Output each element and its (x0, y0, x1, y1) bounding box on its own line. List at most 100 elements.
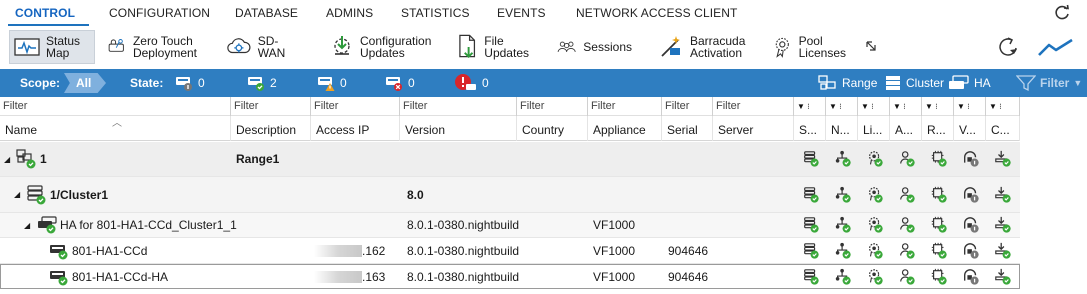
expand-toolbar-icon[interactable] (866, 41, 876, 51)
table-row[interactable]: 801-HA1-CCd-HA .163 8.0.1-0380.nightbuil… (0, 264, 1020, 289)
sessions-button[interactable]: Sessions (552, 30, 636, 64)
vpn-status-icon (964, 151, 979, 167)
activity-graph-icon[interactable] (1037, 38, 1075, 58)
filter-status-v[interactable]: ▼ ⁝ (954, 97, 986, 116)
filter-status-c[interactable]: ▼ ⁝ (986, 97, 1020, 116)
collapse-triangle-icon[interactable]: ◢ (14, 177, 20, 212)
col-status-a[interactable]: A... (890, 116, 922, 141)
file-updates-button[interactable]: File Updates (453, 30, 533, 64)
row-status-icons (794, 177, 1020, 212)
row-name: HA for 801-HA1-CCd_Cluster1_1 (60, 218, 237, 232)
col-name[interactable]: Name ︿ (0, 116, 231, 141)
network-status-icon (835, 150, 851, 167)
barracuda-activation-button[interactable]: Barracuda Activation (654, 30, 750, 64)
row-appliance: VF1000 (593, 243, 636, 258)
filter-toggle-button[interactable]: Filter ▼ (1016, 69, 1082, 97)
row-name: 801-HA1-CCd-HA (72, 269, 169, 284)
col-name-label: Name (5, 123, 38, 137)
range-icon (818, 75, 836, 90)
resources-status-icon (931, 242, 947, 259)
sync-icon[interactable] (997, 35, 1019, 59)
row-status-icons (794, 213, 1020, 237)
ha-label: HA (974, 76, 991, 90)
col-server[interactable]: Server (713, 116, 794, 141)
filter-appliance[interactable]: Filter (588, 97, 662, 116)
status-map-label: Status Map (46, 34, 81, 60)
filter-name[interactable]: Filter (0, 97, 231, 116)
table-row[interactable]: 801-HA1-CCd .162 8.0.1-0380.nightbuild V… (0, 238, 1020, 264)
collapse-triangle-icon[interactable]: ◢ (4, 142, 10, 176)
configuration-updates-button[interactable]: Configuration Updates (326, 30, 436, 64)
filter-status-li[interactable]: ▼ ⁝ (858, 97, 890, 116)
vpn-status-icon (964, 186, 979, 203)
state-warning-icon (318, 77, 335, 91)
table-row[interactable]: ◢ 1/Cluster1 8.0 (0, 177, 1020, 213)
table-row[interactable]: ◢ 1 Range1 (0, 142, 1020, 177)
filter-country[interactable]: Filter (517, 97, 588, 116)
collapse-triangle-icon[interactable]: ◢ (24, 213, 30, 237)
menu-statistics[interactable]: STATISTICS (401, 6, 470, 20)
row-name: 1/Cluster1 (50, 187, 109, 202)
group-by-cluster-button[interactable]: Cluster (884, 69, 944, 97)
sd-wan-button[interactable]: SD-WAN (222, 30, 306, 64)
status-map-grid: Filter Filter Filter Filter Filter Filte… (0, 97, 1020, 294)
ha-node-icon (36, 213, 58, 237)
menu-database[interactable]: DATABASE (235, 6, 298, 20)
group-by-range-button[interactable]: Range (818, 69, 877, 97)
filter-access-ip[interactable]: Filter (311, 97, 400, 116)
menu-admins[interactable]: ADMINS (326, 6, 373, 20)
filter-dropdown-icon: ▼ ⁝ (989, 102, 1002, 111)
col-status-r[interactable]: R... (922, 116, 954, 141)
menu-network-access-client[interactable]: NETWORK ACCESS CLIENT (576, 6, 737, 20)
filter-dropdown-icon: ▼ ⁝ (957, 102, 970, 111)
col-serial[interactable]: Serial (662, 116, 713, 141)
row-version: 8.0.1-0380.nightbuild (407, 243, 520, 258)
col-appliance[interactable]: Appliance (588, 116, 662, 141)
state-filter-ok[interactable]: 2 (246, 69, 277, 97)
server-status-icon (804, 186, 819, 203)
menu-events[interactable]: EVENTS (497, 6, 546, 20)
main-menu-bar: CONTROL CONFIGURATION DATABASE ADMINS ST… (0, 0, 1087, 26)
col-status-s[interactable]: S... (794, 116, 826, 141)
col-access-ip[interactable]: Access IP (311, 116, 400, 141)
status-map-button[interactable]: Status Map (9, 30, 95, 64)
col-version[interactable]: Version (400, 116, 517, 141)
filter-dropdown-icon: ▼ ⁝ (829, 102, 842, 111)
filter-status-r[interactable]: ▼ ⁝ (922, 97, 954, 116)
refresh-icon[interactable] (1053, 4, 1071, 22)
state-filter-error[interactable]: 0 (384, 69, 415, 97)
cluster-icon (886, 76, 900, 90)
table-row[interactable]: ◢ HA for 801-HA1-CCd_Cluster1_1 8.0.1-03… (0, 213, 1020, 238)
state-filter-pending[interactable]: 0 (454, 69, 489, 97)
row-appliance: VF1000 (593, 269, 636, 284)
server-status-icon (804, 242, 819, 259)
filter-status-n[interactable]: ▼ ⁝ (826, 97, 858, 116)
col-status-v[interactable]: V... (954, 116, 986, 141)
row-version: 8.0.1-0380.nightbuild (407, 269, 520, 284)
state-filter-unknown[interactable]: 0 (174, 69, 205, 97)
col-country[interactable]: Country (517, 116, 588, 141)
resources-status-icon (931, 186, 947, 203)
group-by-ha-button[interactable]: HA (948, 69, 991, 97)
col-description[interactable]: Description (231, 116, 311, 141)
state-filter-warning[interactable]: 0 (316, 69, 347, 97)
filter-description[interactable]: Filter (231, 97, 311, 116)
col-status-li[interactable]: Li... (858, 116, 890, 141)
col-status-c[interactable]: C... (986, 116, 1020, 141)
filter-status-a[interactable]: ▼ ⁝ (890, 97, 922, 116)
sd-wan-label: SD-WAN (257, 34, 286, 60)
filter-serial[interactable]: Filter (662, 97, 713, 116)
sessions-icon (557, 41, 576, 53)
filter-status-s[interactable]: ▼ ⁝ (794, 97, 826, 116)
zero-touch-deployment-button[interactable]: Zero Touch Deployment (103, 30, 201, 64)
menu-configuration[interactable]: CONFIGURATION (109, 6, 210, 20)
license-status-icon (869, 268, 883, 285)
col-status-n[interactable]: N... (826, 116, 858, 141)
state-unknown-icon (176, 77, 192, 91)
filter-server[interactable]: Filter (713, 97, 794, 116)
filter-version[interactable]: Filter (400, 97, 517, 116)
scope-all-selector[interactable]: All (64, 73, 106, 93)
pool-licenses-button[interactable]: Pool Licenses (768, 30, 850, 64)
state-error-count: 0 (408, 76, 415, 90)
menu-control[interactable]: CONTROL (15, 6, 75, 20)
